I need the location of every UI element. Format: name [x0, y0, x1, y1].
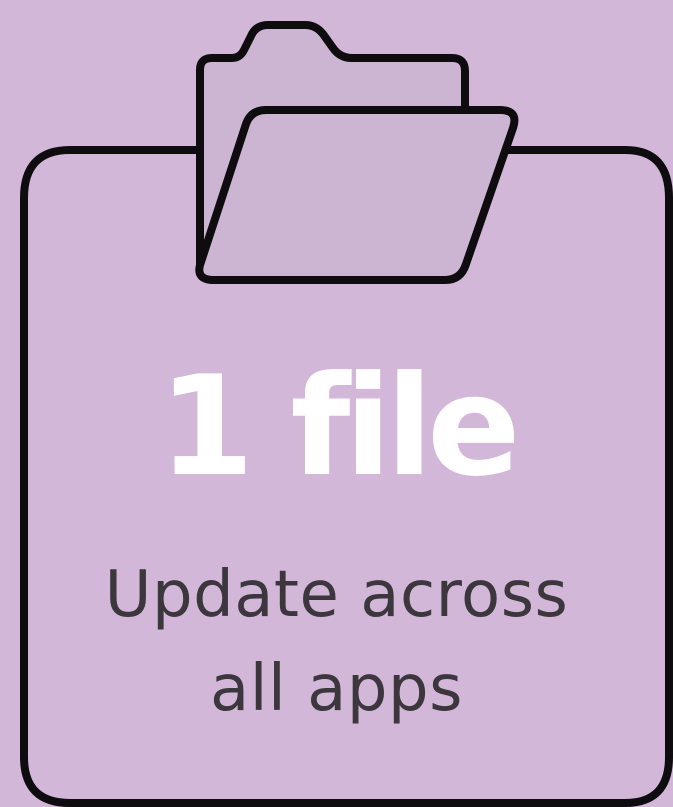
headline: 1 file	[158, 346, 520, 507]
subline: Update across all apps	[0, 548, 673, 736]
subline-line-2: all apps	[210, 652, 463, 726]
subline-line-1: Update across	[104, 558, 569, 632]
